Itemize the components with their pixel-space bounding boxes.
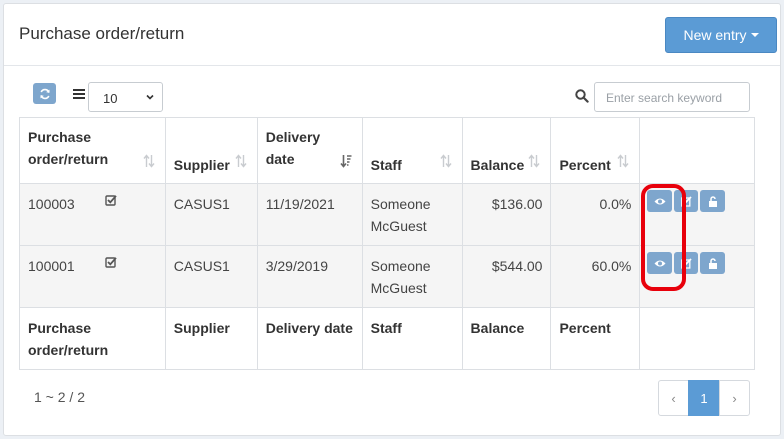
- table-footer-row: Purchase order/return Supplier Delivery …: [19, 307, 755, 370]
- unlock-icon: [708, 195, 717, 207]
- panel-header: Purchase order/return New entry: [4, 4, 780, 66]
- cell-po: 100003: [19, 183, 166, 246]
- page-size-value: 10: [103, 91, 118, 106]
- footer-po-line2: order/return: [28, 342, 109, 358]
- table-toolbar: 10 Enter search keyword: [4, 80, 780, 112]
- view-buttons-highlight: [641, 184, 686, 291]
- column-header-staff[interactable]: Staff: [361, 117, 463, 184]
- cell-staff: Someone McGuest: [361, 183, 463, 246]
- search-input[interactable]: Enter search keyword: [594, 82, 750, 112]
- footer-percent: Percent: [550, 307, 641, 370]
- cell-staff-last: McGuest: [370, 280, 427, 296]
- unlock-icon: [708, 257, 717, 269]
- new-entry-label: New entry: [683, 27, 747, 43]
- cell-staff-first: Someone: [370, 258, 431, 274]
- edit-check-icon[interactable]: [105, 256, 117, 268]
- page-size-select[interactable]: 10: [88, 82, 163, 112]
- table-header-row: Purchase order/return Supplier Delivery …: [19, 117, 755, 184]
- cell-staff-first: Someone: [370, 196, 431, 212]
- column-menu-icon[interactable]: [73, 89, 85, 99]
- cell-po: 100001: [19, 245, 166, 308]
- column-header-actions: [639, 117, 755, 184]
- refresh-button[interactable]: [33, 83, 56, 104]
- column-header-staff-label: Staff: [370, 157, 402, 173]
- column-header-delivery-line1: Delivery: [265, 129, 321, 145]
- column-header-balance-label: Balance: [470, 157, 525, 173]
- caret-down-icon: [750, 33, 759, 37]
- footer-po-line1: Purchase: [28, 320, 92, 336]
- unlock-button[interactable]: [700, 190, 725, 212]
- refresh-icon: [39, 88, 50, 99]
- page-title: Purchase order/return: [19, 24, 185, 43]
- cell-percent: 0.0%: [550, 183, 641, 246]
- cell-delivery-date: 3/29/2019: [256, 245, 363, 308]
- column-header-supplier[interactable]: Supplier: [164, 117, 258, 184]
- footer-delivery-date: Delivery date: [256, 307, 363, 370]
- column-header-po-line1: Purchase: [28, 129, 92, 145]
- new-entry-button[interactable]: New entry: [665, 17, 777, 53]
- page-1-button[interactable]: 1: [688, 380, 720, 416]
- footer-supplier: Supplier: [164, 307, 258, 370]
- chevron-down-icon: [146, 94, 154, 100]
- footer-balance: Balance: [461, 307, 552, 370]
- cell-delivery-date: 11/19/2021: [256, 183, 363, 246]
- next-page-button[interactable]: ›: [719, 380, 750, 416]
- search-placeholder: Enter search keyword: [606, 91, 723, 105]
- footer-staff: Staff: [361, 307, 463, 370]
- sort-icon: [235, 154, 247, 168]
- sort-icon: [143, 154, 155, 168]
- pagination: ‹ 1 ›: [658, 380, 750, 416]
- column-header-percent-label: Percent: [559, 157, 611, 173]
- cell-balance: $136.00: [461, 183, 552, 246]
- edit-check-icon[interactable]: [105, 194, 117, 206]
- column-header-percent[interactable]: Percent: [550, 117, 641, 184]
- cell-staff-last: McGuest: [370, 218, 427, 234]
- sort-icon: [440, 154, 452, 168]
- sort-desc-icon: [340, 155, 352, 168]
- column-header-delivery-date[interactable]: Delivery date: [256, 117, 363, 184]
- footer-actions: [639, 307, 755, 370]
- column-header-po[interactable]: Purchase order/return: [19, 117, 166, 184]
- purchase-order-panel: Purchase order/return New entry 10 Enter…: [3, 3, 781, 436]
- cell-supplier: CASUS1: [164, 245, 258, 308]
- sort-icon: [528, 154, 541, 168]
- prev-page-button[interactable]: ‹: [658, 380, 689, 416]
- search-icon: [575, 89, 589, 103]
- sort-icon: [617, 154, 629, 168]
- cell-staff: Someone McGuest: [361, 245, 463, 308]
- cell-supplier: CASUS1: [164, 183, 258, 246]
- record-count: 1 ~ 2 / 2: [34, 389, 85, 405]
- footer-po: Purchase order/return: [19, 307, 166, 370]
- unlock-button[interactable]: [700, 252, 725, 274]
- column-header-supplier-label: Supplier: [173, 157, 230, 173]
- column-header-po-line2: order/return: [28, 151, 109, 167]
- column-header-balance[interactable]: Balance: [461, 117, 552, 184]
- cell-balance: $544.00: [461, 245, 552, 308]
- cell-percent: 60.0%: [550, 245, 641, 308]
